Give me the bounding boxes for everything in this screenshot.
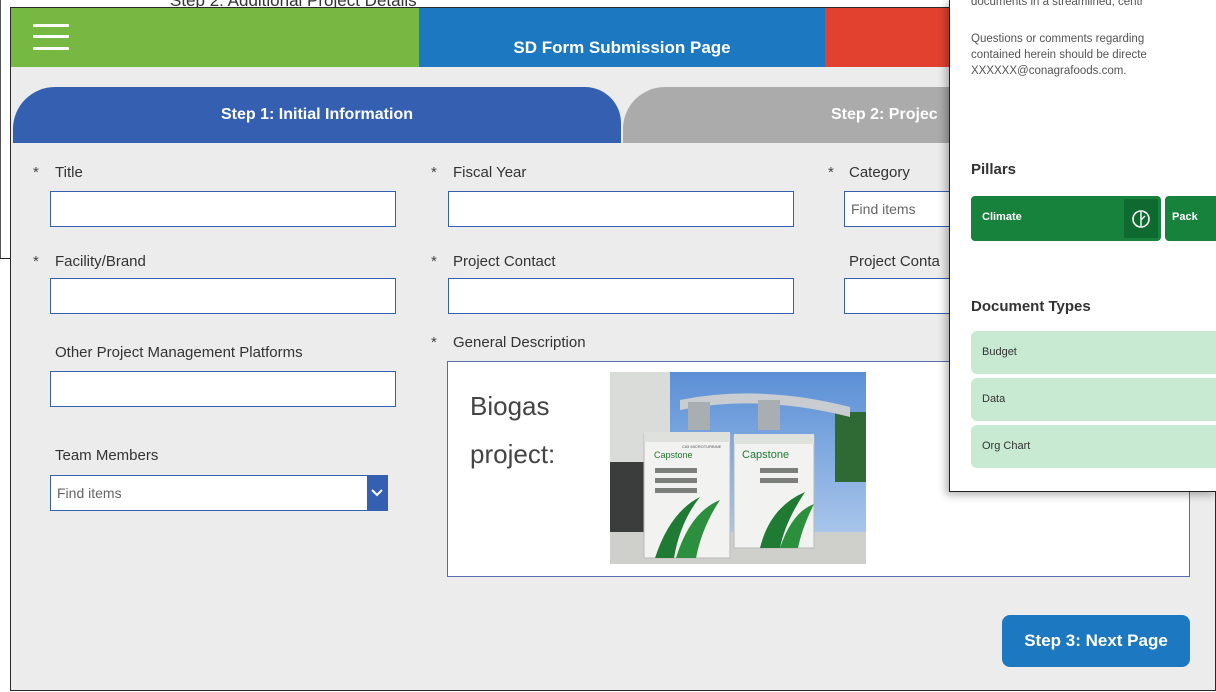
pillar-pack-label: Pack [1172,211,1198,223]
project-contact-label: Project Contact [453,253,556,270]
general-description-required-marker: * [431,334,437,351]
header-green-segment [11,8,419,67]
category-label: Category [849,164,910,181]
document-types-heading: Document Types [971,298,1091,315]
tab-step1-label: Step 1: Initial Information [220,106,413,123]
team-members-label: Team Members [55,447,159,464]
facility-brand-label: Facility/Brand [55,253,146,270]
general-description-label: General Description [453,334,586,351]
team-members-picker[interactable] [50,475,388,511]
panel-contact-line-3: XXXXXX@conagrafoods.com. [971,65,1127,77]
tab-step2-label: Step 2: Projec [831,106,938,123]
fiscal-year-input[interactable] [448,191,794,227]
chevron-down-icon[interactable] [367,476,387,510]
doc-type-budget-label: Budget [982,346,1017,358]
project-contact-secondary-label: Project Conta [849,253,940,270]
photo-sub-text: C65 MICROTURBINE [682,444,722,449]
panel-contact-line-2: contained herein should be directe [971,49,1147,61]
doc-type-data[interactable]: Data [971,378,1216,421]
page-title: SD Form Submission Page [513,38,731,57]
other-platforms-label: Other Project Management Platforms [55,344,303,361]
title-required-marker: * [33,164,39,181]
doc-type-org-chart-label: Org Chart [982,440,1031,452]
leaf-icon [1124,199,1158,238]
doc-type-budget[interactable]: Budget [971,331,1216,374]
fiscal-year-required-marker: * [431,164,437,181]
general-description-text: Biogas project: [470,391,556,469]
pillars-heading: Pillars [971,161,1017,178]
panel-contact-line-1: Questions or comments regarding [971,33,1145,45]
next-page-button[interactable]: Step 3: Next Page [1002,615,1190,667]
fiscal-year-label: Fiscal Year [453,164,527,181]
biogas-microturbine-photo: Capstone Capstone C65 MICROTURBINE [610,372,866,564]
facility-brand-input[interactable] [50,278,396,314]
other-platforms-input[interactable] [50,371,396,407]
hamburger-menu-icon[interactable] [33,23,69,51]
pillar-pack-button[interactable]: Pack [1165,196,1216,241]
doc-type-data-label: Data [982,393,1006,405]
project-contact-required-marker: * [431,253,437,270]
panel-intro-text: documents in a streamlined, centr [971,0,1144,8]
pillar-climate-label: Climate [982,211,1022,223]
pillar-climate-button[interactable]: Climate [971,196,1161,241]
photo-brand-text-right: Capstone [742,449,789,461]
tab-step1-initial-information[interactable]: Step 1: Initial Information [13,87,621,143]
category-required-marker: * [828,164,834,181]
title-input[interactable] [50,191,396,227]
project-contact-input[interactable] [448,278,794,314]
photo-brand-text-left: Capstone [654,450,693,460]
side-info-panel: documents in a streamlined, centr Questi… [949,0,1216,492]
doc-type-org-chart[interactable]: Org Chart [971,425,1216,468]
title-label: Title [55,164,83,181]
facility-required-marker: * [33,253,39,270]
